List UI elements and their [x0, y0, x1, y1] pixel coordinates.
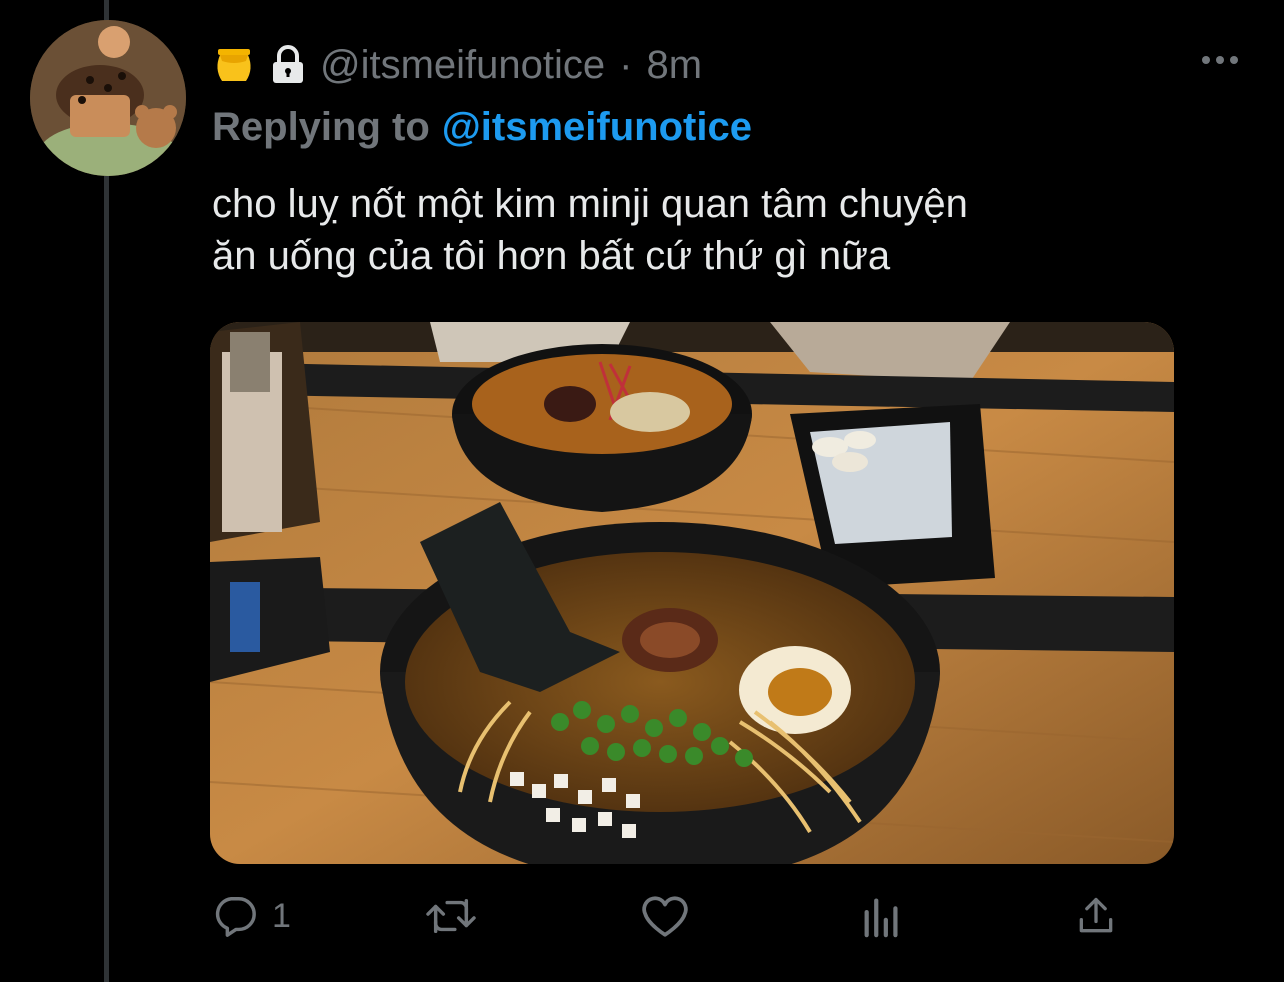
- replying-prefix: Replying to: [212, 104, 430, 149]
- tweet-time[interactable]: 8m: [646, 43, 702, 88]
- honey-pot-icon: [212, 45, 256, 85]
- replying-mention-link[interactable]: @itsmeifunotice: [442, 105, 752, 150]
- avatar-image: [30, 20, 186, 176]
- tweet-text-line: ăn uống của tôi hơn bất cứ thứ gì nữa: [212, 234, 891, 278]
- tweet-header: @itsmeifunotice · 8m: [212, 38, 702, 92]
- heart-icon: [642, 896, 688, 937]
- share-icon: [1079, 897, 1113, 933]
- analytics-icon: [864, 898, 898, 938]
- share-button[interactable]: [1074, 886, 1118, 946]
- tweet-photo[interactable]: [210, 322, 1174, 864]
- tweet-text: cho luỵ nốt một kim minji quan tâm chuyệ…: [212, 178, 1252, 282]
- avatar[interactable]: [30, 20, 186, 176]
- lock-icon: [270, 45, 306, 85]
- time-separator: ·: [619, 42, 633, 87]
- reply-button[interactable]: 1: [212, 886, 291, 946]
- like-button[interactable]: [640, 886, 704, 946]
- replying-to: Replying to @itsmeifunotice: [212, 100, 752, 154]
- reply-count: 1: [272, 896, 291, 935]
- retweet-icon: [426, 898, 476, 934]
- tweet-text-line: cho luỵ nốt một kim minji quan tâm chuyệ…: [212, 182, 968, 226]
- retweet-button[interactable]: [424, 886, 492, 946]
- analytics-button[interactable]: [860, 886, 904, 946]
- more-icon: [1202, 56, 1238, 64]
- ramen-photo: [210, 322, 1174, 864]
- tweet-handle[interactable]: @itsmeifunotice: [320, 43, 605, 88]
- action-bar: 1: [212, 886, 1132, 946]
- reply-icon: [215, 897, 256, 937]
- more-button[interactable]: [1196, 44, 1244, 76]
